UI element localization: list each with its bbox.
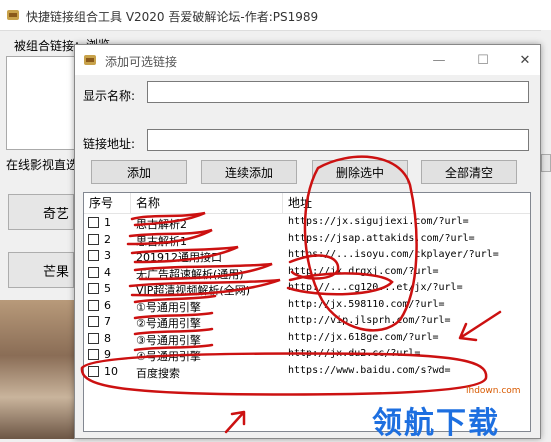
watermark-logo: 领航下载: [372, 406, 500, 441]
close-icon[interactable]: ✕: [515, 51, 535, 69]
row-url: https://jsap.attakids.com/?url=: [288, 232, 475, 244]
row-no: 3: [104, 249, 111, 262]
link-list[interactable]: 序号 名称 地址 1 思古解析2 https://jx.sigujiexi.com/…: [83, 192, 531, 432]
main-title: 快捷链接组合工具 V2020 吾爱破解论坛-作者:PS1989: [26, 10, 319, 24]
row-checkbox[interactable]: [88, 233, 99, 245]
row-name: ③号通用引擎: [136, 333, 201, 347]
row-no: 10: [104, 364, 118, 378]
row-name: 百度搜索: [136, 366, 180, 380]
row-url: http://...cg120...et/jx/?url=: [288, 282, 463, 293]
table-row[interactable]: 2 思古解析1 https://jsap.attakids.com/?url=: [84, 232, 530, 248]
minimize-icon[interactable]: —: [429, 51, 449, 69]
row-url: http://jx.618ge.com/?url=: [288, 331, 439, 343]
row-url: http://vip.jlsprh.com/?url=: [288, 315, 451, 326]
list-header: 序号 名称 地址: [84, 193, 530, 214]
maximize-icon[interactable]: ☐: [473, 51, 493, 69]
column-header-url[interactable]: 地址: [283, 193, 530, 213]
dialog-title-bar[interactable]: 添加可选链接 — ☐ ✕: [75, 45, 540, 75]
row-checkbox[interactable]: [88, 250, 99, 261]
table-row[interactable]: 3 201912通用接口 https://...isoyu.com/ckplayer…: [84, 248, 530, 264]
row-checkbox[interactable]: [88, 299, 99, 311]
app-icon: [7, 10, 19, 20]
row-checkbox[interactable]: [88, 365, 99, 377]
column-header-no[interactable]: 序号: [84, 193, 131, 213]
row-checkbox[interactable]: [88, 332, 99, 344]
row-name: VIP超清视频解析(全网): [136, 284, 250, 297]
table-row[interactable]: 1 思古解析2 https://jx.sigujiexi.com/?url=: [84, 215, 530, 231]
row-url: https://...isoyu.com/ckplayer/?url=: [288, 249, 499, 260]
column-header-name[interactable]: 名称: [131, 193, 283, 213]
main-right-button[interactable]: [541, 154, 551, 172]
add-button[interactable]: 添加: [91, 160, 187, 184]
iqiyi-button[interactable]: 奇艺: [8, 194, 74, 230]
row-no: 4: [104, 265, 111, 279]
row-no: 9: [104, 348, 111, 361]
row-name: 思古解析1: [136, 234, 187, 248]
table-row[interactable]: 9 ④号通用引擎 http://jx.du2.cc/?url=: [84, 347, 530, 363]
dialog-title: 添加可选链接: [105, 55, 178, 69]
row-url: http://jx.598110.com/?url=: [288, 298, 445, 310]
combined-link-box[interactable]: [6, 56, 76, 150]
background-photo: [0, 300, 80, 439]
link-url-input[interactable]: [147, 129, 529, 151]
row-name: ①号通用引擎: [136, 300, 201, 314]
clear-all-button[interactable]: 全部清空: [421, 160, 517, 184]
display-name-label: 显示名称:: [83, 89, 136, 103]
add-link-dialog: 添加可选链接 — ☐ ✕ 显示名称: 链接地址: 添加 连续添加 删除选中 全部…: [74, 44, 541, 439]
row-no: 7: [104, 315, 111, 328]
row-no: 6: [104, 298, 111, 312]
main-right-edge: [541, 30, 551, 439]
row-url: https://www.baidu.com/s?wd=: [288, 364, 451, 376]
row-no: 1: [104, 216, 111, 229]
watermark-small: lhdown.com: [466, 386, 521, 396]
row-checkbox[interactable]: [88, 283, 99, 294]
table-row[interactable]: 7 ②号通用引擎 http://vip.jlsprh.com/?url=: [84, 314, 530, 330]
row-url: https://jx.sigujiexi.com/?url=: [288, 216, 469, 227]
table-row[interactable]: 6 ①号通用引擎 http://jx.598110.com/?url=: [84, 298, 530, 314]
row-no: 2: [104, 232, 111, 246]
link-url-label: 链接地址:: [83, 137, 136, 151]
row-checkbox[interactable]: [88, 266, 99, 278]
row-url: http://jx.du2.cc/?url=: [288, 348, 421, 359]
display-name-input[interactable]: [147, 81, 529, 103]
dialog-app-icon: [84, 55, 96, 65]
continuous-add-button[interactable]: 连续添加: [201, 160, 297, 184]
row-no: 5: [104, 282, 111, 295]
row-name: 思古解析2: [136, 218, 187, 231]
table-row[interactable]: 10 百度搜索 https://www.baidu.com/s?wd=: [84, 364, 530, 380]
table-row[interactable]: 5 VIP超清视频解析(全网) http://...cg120...et/jx/?u…: [84, 281, 530, 297]
row-checkbox[interactable]: [88, 316, 99, 327]
row-name: 201912通用接口: [136, 251, 222, 264]
row-name: ②号通用引擎: [136, 317, 201, 330]
table-row[interactable]: 4 无广告超速解析(通用) http://jx.drgxj.com/?url=: [84, 265, 530, 281]
delete-selected-button[interactable]: 删除选中: [312, 160, 408, 184]
row-name: ④号通用引擎: [136, 350, 201, 363]
main-title-bar: 快捷链接组合工具 V2020 吾爱破解论坛-作者:PS1989: [0, 0, 551, 31]
mango-button[interactable]: 芒果: [8, 252, 74, 288]
row-checkbox[interactable]: [88, 349, 99, 360]
table-row[interactable]: 8 ③号通用引擎 http://jx.618ge.com/?url=: [84, 331, 530, 347]
row-url: http://jx.drgxj.com/?url=: [288, 265, 439, 277]
row-checkbox[interactable]: [88, 217, 99, 228]
row-no: 8: [104, 331, 111, 345]
row-name: 无广告超速解析(通用): [136, 267, 244, 281]
online-video-label: 在线影视直选: [6, 158, 79, 172]
